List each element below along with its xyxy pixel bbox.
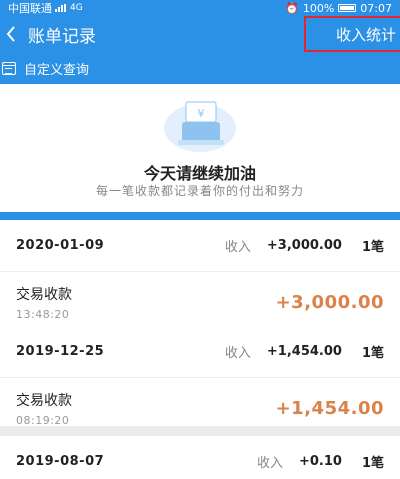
income-stats-button[interactable]: 收入统计 [304, 16, 400, 52]
group-date: 2019-08-07 [16, 454, 105, 469]
alarm-icon: ⏰ [285, 1, 299, 15]
yen-icon: ¥ [198, 107, 205, 120]
group-total: +3,000.00 [266, 238, 342, 253]
transaction-name: 交易收款 [16, 392, 72, 409]
group-header[interactable]: 2019-08-07 收入 +0.10 1笔 [0, 436, 400, 479]
group-count: 1笔 [361, 240, 384, 255]
bill-group: 2019-08-07 收入 +0.10 1笔 [0, 436, 400, 479]
group-header[interactable]: 2019-12-25 收入 +1,454.00 1笔 [0, 326, 400, 378]
group-total: +1,454.00 [266, 344, 342, 359]
group-date: 2019-12-25 [16, 344, 105, 359]
transaction-amount: +3,000.00 [275, 291, 384, 313]
group-type-label: 收入 [224, 240, 251, 255]
group-type-label: 收入 [224, 346, 251, 361]
carrier-label: 中国联通 [8, 2, 52, 15]
clock: 07:07 [360, 1, 392, 15]
transaction-time: 08:19:20 [16, 413, 70, 427]
divider-strip [0, 212, 400, 220]
group-header[interactable]: 2020-01-09 收入 +3,000.00 1笔 [0, 220, 400, 272]
battery-percent: 100% [302, 1, 335, 15]
signal-icon [55, 4, 67, 12]
battery-icon [338, 4, 357, 12]
transaction-name: 交易收款 [16, 286, 72, 303]
network-label: 4G [70, 3, 83, 13]
back-icon[interactable] [0, 16, 22, 52]
bill-group: 2020-01-09 收入 +3,000.00 1笔 交易收款 13:48:20… [0, 220, 400, 332]
hero-subtitle: 每一笔收款都记录着你的付出和努力 [95, 184, 304, 198]
hero-title: 今天请继续加油 [143, 164, 256, 183]
calendar-icon [2, 61, 16, 75]
wallet-illustration: ¥ [164, 101, 236, 152]
transaction-row[interactable]: 交易收款 13:48:20 +3,000.00 [0, 272, 400, 332]
group-date: 2020-01-09 [16, 238, 105, 253]
group-count: 1笔 [361, 346, 384, 361]
transaction-time: 13:48:20 [16, 307, 70, 321]
hero-banner: ¥ 今天请继续加油 每一笔收款都记录着你的付出和努力 [0, 84, 400, 212]
status-bar: 中国联通 4G ⏰ 100% 07:07 [0, 0, 400, 16]
custom-query-label: 自定义查询 [24, 62, 90, 78]
transaction-amount: +1,454.00 [275, 397, 384, 419]
group-type-label: 收入 [256, 456, 283, 471]
group-total: +0.10 [298, 454, 342, 469]
bill-group: 2019-12-25 收入 +1,454.00 1笔 交易收款 08:19:20… [0, 326, 400, 438]
group-count: 1笔 [361, 456, 384, 471]
nav-bar: 账单记录 收入统计 [0, 16, 400, 52]
custom-query-button[interactable]: 自定义查询 [0, 52, 400, 84]
